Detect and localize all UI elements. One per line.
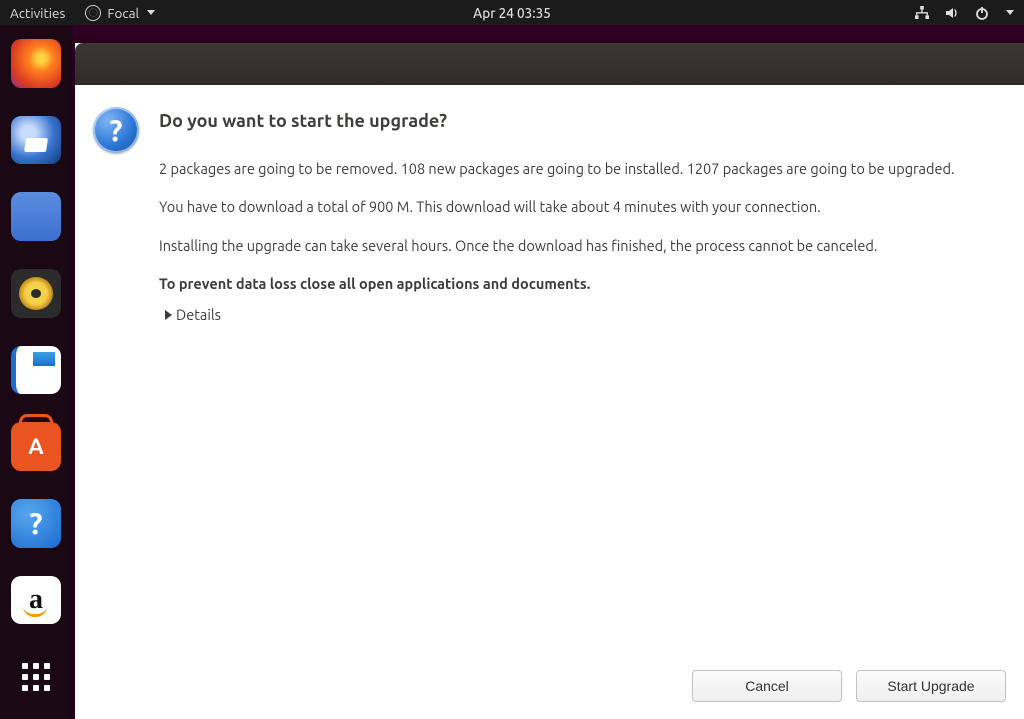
dialog-warning: To prevent data loss close all open appl…	[159, 274, 999, 294]
apps-grid-icon	[22, 663, 50, 691]
app-menu[interactable]: ◌ Focal	[85, 5, 155, 21]
details-label: Details	[176, 306, 221, 323]
ubuntu-dock: ? a	[0, 25, 72, 719]
dialog-heading: Do you want to start the upgrade?	[159, 111, 1006, 131]
show-applications-button[interactable]	[11, 652, 61, 701]
details-expander[interactable]: Details	[165, 306, 1006, 323]
app-menu-icon: ◌	[85, 5, 101, 21]
triangle-right-icon	[165, 310, 172, 320]
release-upgrader-window: ? Do you want to start the upgrade? 2 pa…	[75, 43, 1024, 719]
dialog-button-bar: Cancel Start Upgrade	[75, 667, 1024, 719]
dialog-summary-download: You have to download a total of 900 M. T…	[159, 197, 999, 217]
dock-thunderbird[interactable]	[11, 116, 61, 165]
dock-rhythmbox[interactable]	[11, 269, 61, 318]
clock[interactable]: Apr 24 03:35	[473, 5, 551, 21]
gnome-top-bar: Activities ◌ Focal Apr 24 03:35	[0, 0, 1024, 25]
dock-help[interactable]: ?	[11, 499, 61, 548]
dock-amazon[interactable]: a	[11, 576, 61, 625]
app-menu-label: Focal	[107, 5, 139, 21]
question-icon: ?	[93, 107, 139, 153]
power-icon	[974, 5, 990, 21]
dialog-summary-duration: Installing the upgrade can take several …	[159, 236, 999, 256]
activities-button[interactable]: Activities	[10, 5, 65, 21]
dock-writer[interactable]	[11, 346, 61, 395]
start-upgrade-button[interactable]: Start Upgrade	[856, 670, 1006, 702]
chevron-down-icon	[147, 10, 155, 15]
dialog-summary-packages: 2 packages are going to be removed. 108 …	[159, 159, 999, 179]
system-status-area[interactable]	[914, 5, 1014, 21]
network-icon	[914, 5, 930, 21]
cancel-button[interactable]: Cancel	[692, 670, 842, 702]
dock-files[interactable]	[11, 192, 61, 241]
dock-software[interactable]	[11, 422, 61, 471]
chevron-down-icon	[1006, 10, 1014, 15]
dock-firefox[interactable]	[11, 39, 61, 88]
window-titlebar[interactable]	[75, 43, 1024, 85]
volume-icon	[944, 5, 960, 21]
